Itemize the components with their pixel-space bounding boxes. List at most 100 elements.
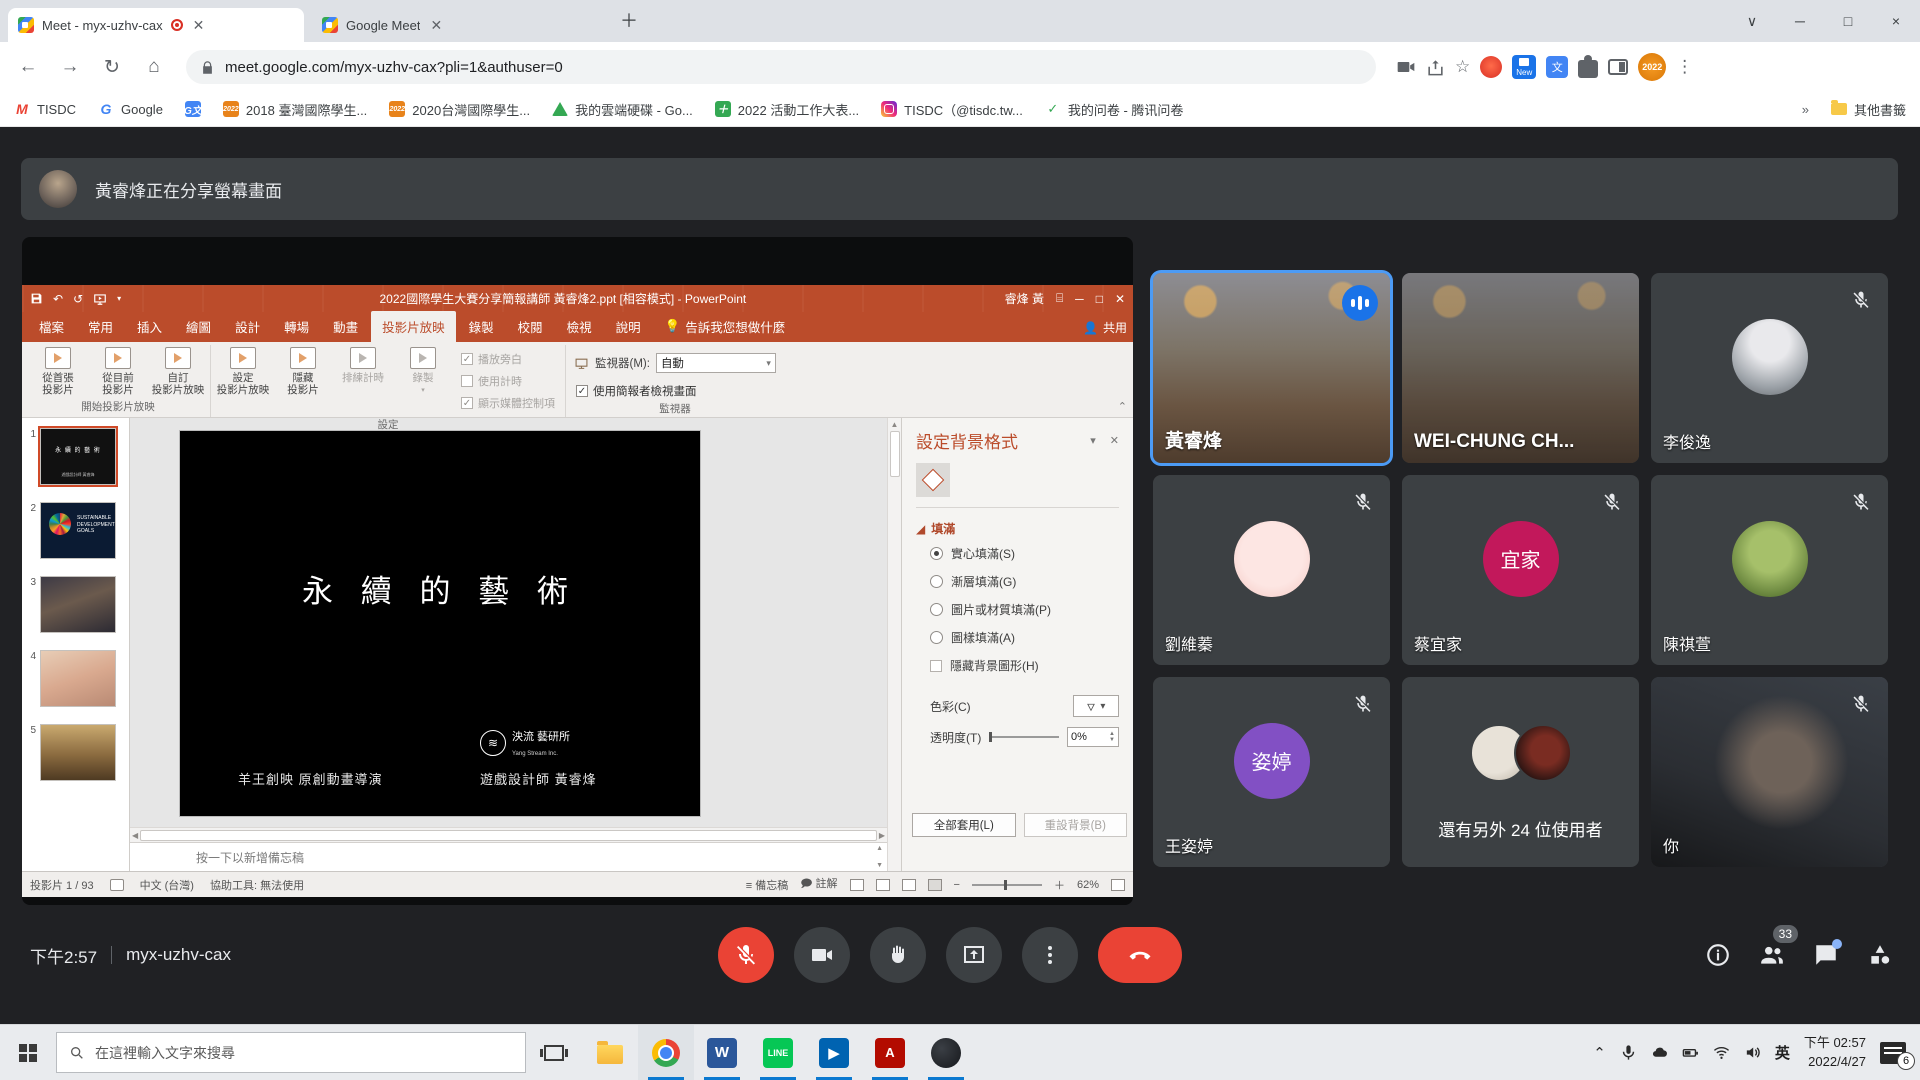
present-screen-button[interactable]	[946, 927, 1002, 983]
color-picker-button[interactable]: 🜄▾	[1073, 695, 1119, 717]
zoom-level[interactable]: 62%	[1077, 879, 1099, 891]
participant-tile-chen[interactable]: 陳祺萱	[1651, 475, 1888, 665]
home-icon[interactable]: ⌂	[136, 56, 172, 78]
slide-canvas[interactable]: 永 續 的 藝 術 ≋ 泱流 藝研所Yang Stream Inc. 羊王創映 …	[130, 418, 887, 827]
comments-toggle[interactable]: 🗩 註解	[800, 875, 837, 894]
bookmark-star-icon[interactable]: ☆	[1455, 57, 1470, 77]
collapse-ribbon-icon[interactable]: ⌃	[1118, 400, 1127, 413]
language-indicator[interactable]: 中文 (台灣)	[140, 877, 194, 893]
bookmark-sheet[interactable]: ＋2022 活動工作大表...	[715, 100, 859, 119]
use-timings-checkbox[interactable]: 使用計時	[461, 373, 555, 389]
profile-avatar[interactable]: 2022	[1638, 53, 1666, 81]
close-button[interactable]: ×	[1872, 13, 1920, 29]
show-media-controls-checkbox[interactable]: 顯示媒體控制項	[461, 395, 555, 411]
tab-search-icon[interactable]: ∨	[1728, 13, 1776, 30]
extensions-puzzle-icon[interactable]	[1578, 60, 1598, 78]
bookmark-2018[interactable]: 20222018 臺灣國際學生...	[223, 100, 367, 119]
split-screen-icon[interactable]	[1608, 59, 1628, 75]
thumbnail-row[interactable]: 5	[24, 724, 125, 781]
participant-tile-wang[interactable]: 姿婷 王姿婷	[1153, 677, 1390, 867]
fill-section-header[interactable]: ◢填滿	[916, 520, 1119, 537]
fill-bucket-icon[interactable]	[916, 463, 950, 497]
movies-tv-button[interactable]: ▶	[806, 1025, 862, 1080]
input-language[interactable]: 英	[1775, 1042, 1790, 1063]
reading-view-icon[interactable]	[902, 879, 916, 891]
ppt-minimize-icon[interactable]: ─	[1075, 292, 1084, 306]
mic-toggle-button[interactable]	[718, 927, 774, 983]
taskbar-search[interactable]: 在這裡輸入文字來搜尋	[56, 1032, 526, 1073]
tab-transitions[interactable]: 轉場	[273, 311, 320, 342]
other-bookmarks[interactable]: 其他書籤	[1831, 100, 1906, 119]
redo-icon[interactable]: ↺	[73, 292, 83, 306]
play-narrations-checkbox[interactable]: 播放旁白	[461, 351, 555, 367]
bookmark-instagram[interactable]: TISDC（@tisdc.tw...	[881, 100, 1023, 119]
self-tile[interactable]: 你	[1651, 677, 1888, 867]
action-center-icon[interactable]: 6	[1880, 1042, 1906, 1064]
bookmark-drive[interactable]: 我的雲端硬碟 - Go...	[552, 100, 693, 119]
volume-icon[interactable]	[1744, 1044, 1761, 1061]
camera-in-use-icon[interactable]	[1396, 57, 1416, 77]
tab-insert[interactable]: 插入	[126, 311, 173, 342]
qat-dropdown-icon[interactable]: ▾	[117, 294, 121, 303]
share-button[interactable]: 👤共用	[1083, 319, 1127, 342]
tell-me-box[interactable]: 💡告訴我您想做什麼	[654, 311, 797, 342]
word-button[interactable]: W	[694, 1025, 750, 1080]
scroll-left-icon[interactable]: ◀	[132, 831, 138, 840]
thumbnail-row[interactable]: 1 永 續 的 藝 術遊戲設計師 黃睿烽	[24, 428, 125, 485]
panel-close-icon[interactable]: ✕	[1110, 434, 1119, 447]
start-slideshow-icon[interactable]	[93, 292, 107, 306]
reset-background-button[interactable]: 重設背景(B)	[1024, 813, 1128, 837]
address-bar[interactable]: meet.google.com/myx-uzhv-cax?pli=1&authu…	[186, 50, 1376, 84]
picture-fill-radio[interactable]: 圖片或材質填滿(P)	[930, 601, 1119, 618]
participant-tile-liu[interactable]: 劉維蓁	[1153, 475, 1390, 665]
participants-icon[interactable]: 33	[1758, 941, 1786, 969]
setup-slideshow-button[interactable]: 設定 投影片放映	[215, 347, 271, 396]
new-tab-button[interactable]: ＋	[620, 12, 638, 30]
presenter-view-checkbox[interactable]: 使用簡報者檢視畫面	[570, 383, 697, 399]
activities-icon[interactable]	[1866, 941, 1894, 969]
scroll-up-icon[interactable]: ▲	[876, 845, 883, 852]
maximize-button[interactable]: □	[1824, 13, 1872, 29]
bookmark-2020[interactable]: 20222020台灣國際學生...	[389, 100, 530, 119]
slide-1-thumbnail[interactable]: 永 續 的 藝 術遊戲設計師 黃睿烽	[40, 428, 116, 485]
accessibility-status[interactable]: 協助工具: 無法使用	[210, 877, 304, 893]
taskbar-clock[interactable]: 下午 02:57 2022/4/27	[1804, 1034, 1866, 1072]
bookmark-translate[interactable]: G文	[185, 101, 201, 117]
notes-toggle[interactable]: ≡ 備忘稿	[746, 877, 788, 893]
tab-review[interactable]: 校閱	[507, 311, 554, 342]
chrome-button[interactable]	[638, 1025, 694, 1080]
ppt-restore-icon[interactable]: □	[1096, 292, 1103, 306]
slide-2-thumbnail[interactable]: SUSTAINABLE DEVELOPMENT GOALS	[40, 502, 116, 559]
participant-tile-tsai[interactable]: 宜家 蔡宜家	[1402, 475, 1639, 665]
hide-background-checkbox[interactable]: 隱藏背景圖形(H)	[930, 657, 1119, 674]
from-beginning-button[interactable]: 從首張 投影片	[30, 347, 86, 396]
slide-sorter-view-icon[interactable]	[876, 879, 890, 891]
back-icon[interactable]: ←	[10, 56, 46, 78]
camera-toggle-button[interactable]	[794, 927, 850, 983]
share-icon[interactable]	[1426, 58, 1445, 77]
zoom-out-icon[interactable]: −	[954, 879, 960, 891]
scroll-up-icon[interactable]: ▲	[891, 420, 899, 429]
normal-view-icon[interactable]	[850, 879, 864, 891]
custom-slideshow-button[interactable]: 自訂 投影片放映	[150, 347, 206, 396]
current-slide[interactable]: 永 續 的 藝 術 ≋ 泱流 藝研所Yang Stream Inc. 羊王創映 …	[180, 431, 700, 816]
translate-extension-icon[interactable]: 文	[1546, 56, 1568, 78]
notes-scroll-buttons[interactable]: ▲▼	[876, 845, 883, 869]
participant-tile-weichung[interactable]: WEI-CHUNG CH...	[1402, 273, 1639, 463]
chat-icon[interactable]	[1812, 941, 1840, 969]
gradient-fill-radio[interactable]: 漸層填滿(G)	[930, 573, 1119, 590]
new-extension-icon[interactable]: New	[1512, 55, 1536, 79]
scroll-down-icon[interactable]: ▼	[876, 862, 883, 869]
slideshow-view-icon[interactable]	[928, 879, 942, 891]
horizontal-scrollbar[interactable]: ◀ ▶	[130, 827, 887, 842]
tray-mic-icon[interactable]	[1620, 1044, 1637, 1061]
file-explorer-button[interactable]	[582, 1025, 638, 1080]
task-view-button[interactable]	[526, 1025, 582, 1080]
start-button[interactable]	[0, 1025, 56, 1080]
tab-google-meet[interactable]: Google Meet ✕	[312, 8, 602, 42]
line-button[interactable]: LINE	[750, 1025, 806, 1080]
tab-help[interactable]: 說明	[605, 311, 652, 342]
bookmark-tencent[interactable]: ✓我的问卷 - 腾讯问卷	[1045, 100, 1184, 119]
notes-pane[interactable]: 按一下以新增備忘稿 ▲▼	[130, 842, 887, 871]
forward-icon[interactable]: →	[52, 56, 88, 78]
